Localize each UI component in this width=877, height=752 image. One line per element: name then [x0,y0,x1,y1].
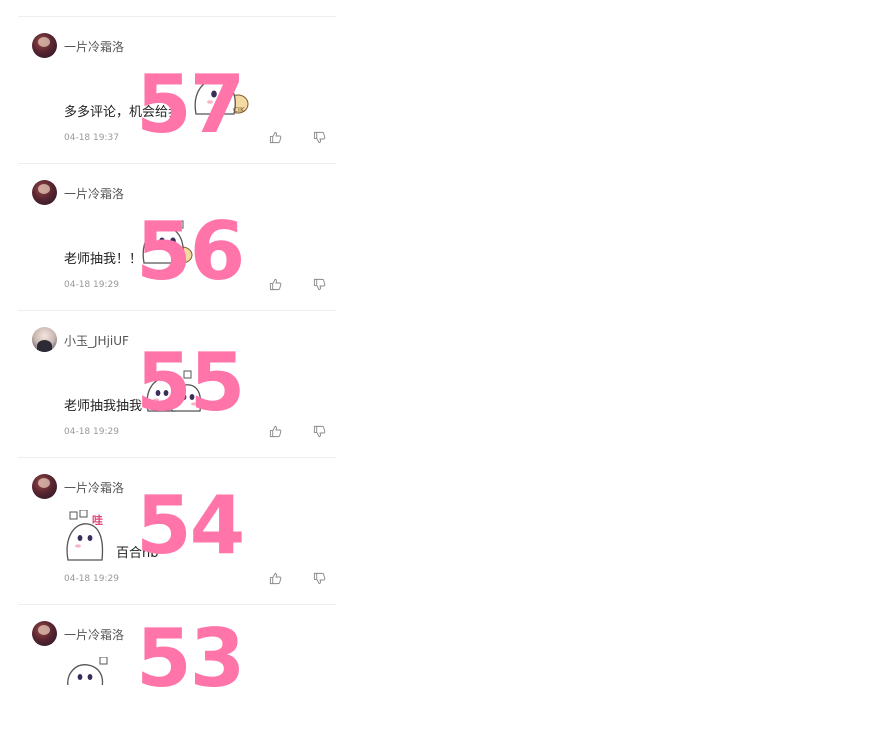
ghost-sticker-icon: 哇 [62,510,118,562]
avatar[interactable] [32,180,57,205]
timestamp: 04-18 19:29 [64,574,119,584]
thumbs-down-icon[interactable] [313,278,326,291]
username[interactable]: 一片冷霜洛 [64,38,124,55]
thumbs-down-icon[interactable] [313,572,326,585]
username[interactable]: 一片冷霜洛 [64,479,124,496]
index-number: 54 [136,479,245,572]
comment-feed: 一片冷霜洛 多多评论，机会给我！ CIK 57 04-18 19:37 一片冷霜… [18,0,336,699]
thumbs-up-icon[interactable] [269,278,282,291]
ghost-sticker-icon [66,657,122,685]
avatar[interactable] [32,33,57,58]
index-number: 57 [136,58,245,151]
avatar[interactable] [32,327,57,352]
timestamp: 04-18 19:29 [64,280,119,290]
svg-text:哇: 哇 [92,513,103,527]
index-number: 55 [136,336,245,429]
username[interactable]: 小玉_JHjiUF [64,332,129,349]
username[interactable]: 一片冷霜洛 [64,626,124,643]
comment-item: 一片冷霜洛 老师抽我！！ 56 04-18 19:29 [18,164,336,311]
comment-text: 老师抽我抽我 [64,399,143,414]
timestamp: 04-18 19:37 [64,133,119,143]
index-number: 53 [136,612,245,705]
avatar[interactable] [32,621,57,646]
thumbs-up-icon[interactable] [269,425,282,438]
comment-item: 一片冷霜洛 多多评论，机会给我！ CIK 57 04-18 19:37 [18,17,336,164]
thumbs-down-icon[interactable] [313,131,326,144]
timestamp: 04-18 19:29 [64,427,119,437]
thumbs-up-icon[interactable] [269,572,282,585]
username[interactable]: 一片冷霜洛 [64,185,124,202]
comment-item: 小玉_JHjiUF 老师抽我抽我 55 04-18 19:29 [18,311,336,458]
index-number: 56 [136,205,245,298]
thumbs-down-icon[interactable] [313,425,326,438]
comment-item: 一片冷霜洛 哇 百合hb 54 04-18 19:29 [18,458,336,605]
comment-text: 老师抽我！！ [64,252,143,267]
comment-item: 一片冷霜洛 53 [18,605,336,752]
avatar[interactable] [32,474,57,499]
thumbs-up-icon[interactable] [269,131,282,144]
